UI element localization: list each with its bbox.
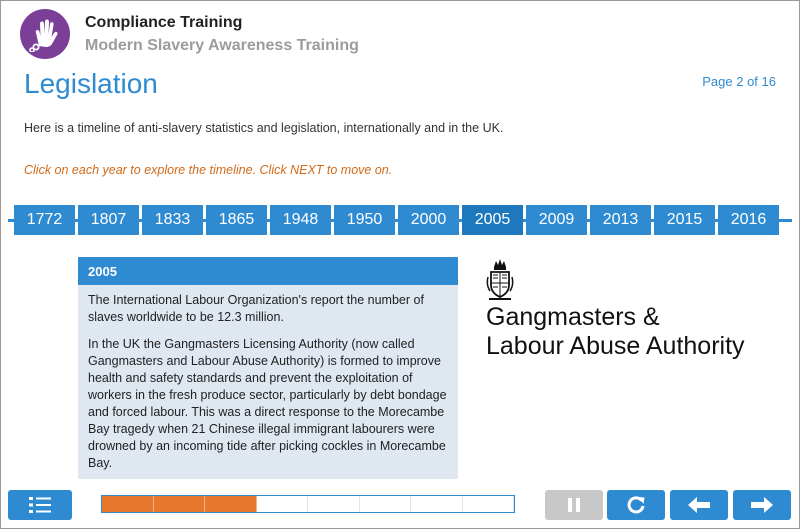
gangmasters-logo: Gangmasters & Labour Abuse Authority [486,257,745,360]
back-button[interactable] [670,490,728,520]
progress-segment [411,496,463,512]
year-button-2000[interactable]: 2000 [398,205,459,235]
year-button-1948[interactable]: 1948 [270,205,331,235]
course-subtitle: Modern Slavery Awareness Training [85,37,359,54]
progress-segment [102,496,154,512]
pause-icon [568,498,580,512]
navigation-bar [0,488,800,529]
year-button-1950[interactable]: 1950 [334,205,395,235]
pause-button[interactable] [545,490,603,520]
organisation-name-line-1: Gangmasters & [486,303,660,331]
year-button-1865[interactable]: 1865 [206,205,267,235]
progress-segment [153,496,205,512]
page-title: Legislation [24,68,158,99]
timeline: 1772 1807 1833 1865 1948 1950 2000 2005 … [14,205,779,235]
year-button-2016[interactable]: 2016 [718,205,779,235]
arrow-left-icon [688,497,710,513]
panel-body: The International Labour Organization's … [78,285,458,472]
panel-paragraph-2: In the UK the Gangmasters Licensing Auth… [88,337,447,470]
replay-icon [627,496,645,514]
panel-paragraph-1: The International Labour Organization's … [88,293,424,324]
year-button-2005[interactable]: 2005 [462,205,523,235]
year-button-2009[interactable]: 2009 [526,205,587,235]
year-button-2013[interactable]: 2013 [590,205,651,235]
course-logo [20,9,70,59]
year-button-1807[interactable]: 1807 [78,205,139,235]
progress-segment [257,496,308,512]
progress-segment [205,496,257,512]
year-detail-panel: 2005 The International Labour Organizati… [78,257,458,479]
hand-with-broken-chain-icon [29,19,58,52]
intro-text: Here is a timeline of anti-slavery stati… [24,121,504,135]
progress-segment [463,496,514,512]
year-button-1772[interactable]: 1772 [14,205,75,235]
royal-crest-icon [486,259,514,300]
panel-title: 2005 [78,257,458,285]
next-button[interactable] [733,490,791,520]
arrow-right-icon [751,497,773,513]
menu-list-icon [29,497,51,513]
progress-bar [101,495,515,513]
instruction-text: Click on each year to explore the timeli… [24,163,393,177]
organisation-name-line-2: Labour Abuse Authority [486,332,745,360]
year-button-1833[interactable]: 1833 [142,205,203,235]
page-counter: Page 2 of 16 [702,74,776,89]
progress-segment [308,496,360,512]
course-title: Compliance Training [85,14,243,31]
year-button-2015[interactable]: 2015 [654,205,715,235]
menu-button[interactable] [8,490,72,520]
progress-segment [360,496,411,512]
organisation-name: Gangmasters & Labour Abuse Authority [486,303,786,361]
replay-button[interactable] [607,490,665,520]
